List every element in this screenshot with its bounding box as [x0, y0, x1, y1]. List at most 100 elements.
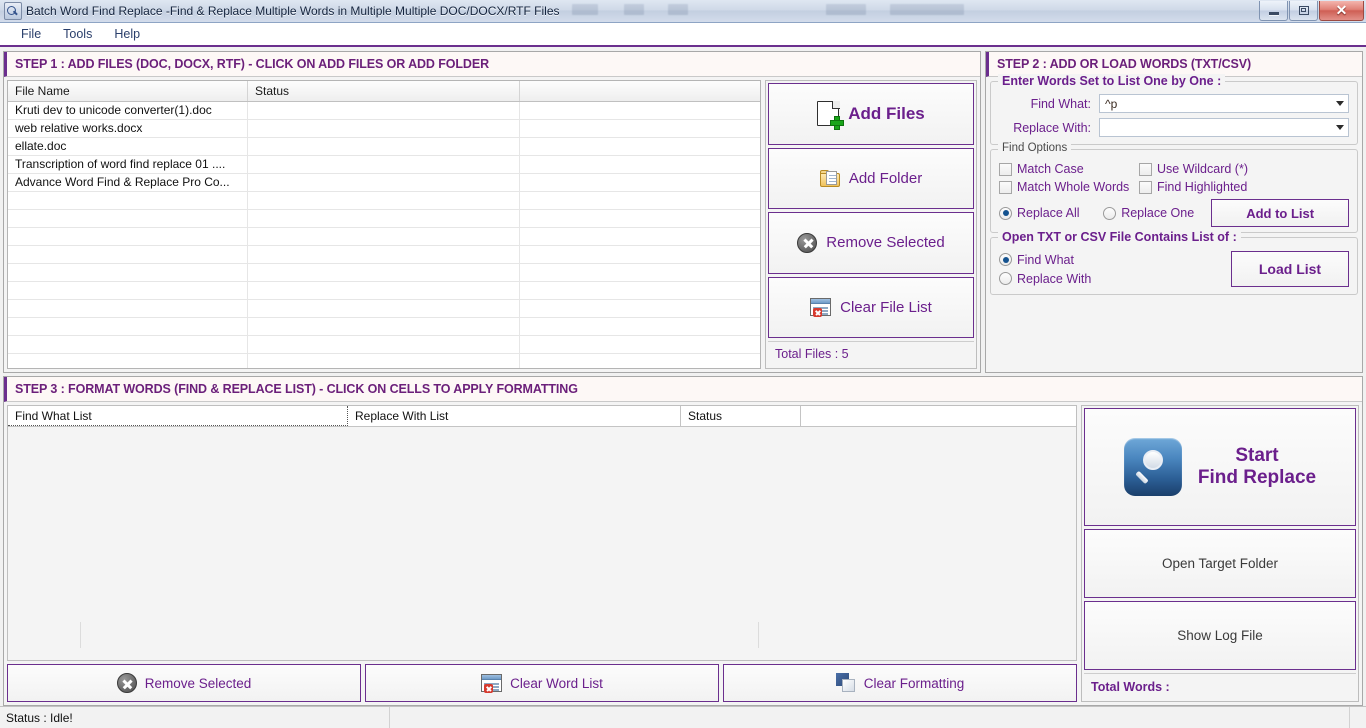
table-row-empty[interactable]	[8, 210, 760, 228]
cell-extra	[520, 156, 760, 173]
column-header-word-status[interactable]: Status	[681, 406, 801, 426]
grid-divider	[80, 622, 81, 648]
table-row-empty[interactable]	[8, 354, 760, 368]
maximize-button[interactable]	[1289, 1, 1318, 21]
word-list-toolbar: Remove Selected Clear Word List	[7, 664, 1077, 702]
radio-icon[interactable]	[999, 207, 1012, 220]
replace-mode-row: Replace All Replace One Add to List	[999, 199, 1349, 227]
title-bar-artifacts	[560, 0, 1258, 22]
show-log-file-button[interactable]: Show Log File	[1084, 601, 1356, 670]
column-header-replace-with-list[interactable]: Replace With List	[348, 406, 681, 426]
cell-status	[248, 138, 520, 155]
minimize-button[interactable]	[1259, 1, 1288, 21]
cell-file-name: Advance Word Find & Replace Pro Co...	[8, 174, 248, 191]
clear-list-icon	[810, 298, 831, 316]
cell-file-name: Transcription of word find replace 01 ..…	[8, 156, 248, 173]
table-row-empty[interactable]	[8, 192, 760, 210]
word-list-body[interactable]	[8, 427, 1076, 660]
open-target-folder-label: Open Target Folder	[1162, 556, 1278, 571]
radio-replace-one[interactable]: Replace One	[1103, 206, 1211, 220]
table-row-empty[interactable]	[8, 300, 760, 318]
word-list-grid[interactable]: Find What List Replace With List Status	[7, 405, 1077, 661]
table-row-empty[interactable]	[8, 336, 760, 354]
replace-with-row: Replace With:	[999, 118, 1349, 137]
close-button[interactable]: ✕	[1319, 1, 1364, 21]
resize-grip[interactable]	[1350, 707, 1366, 728]
radio-find-what[interactable]: Find What	[999, 253, 1091, 267]
checkbox-use-wildcard[interactable]: Use Wildcard (*)	[1139, 162, 1299, 176]
column-header-find-what-list[interactable]: Find What List	[8, 406, 348, 426]
clear-word-list-label: Clear Word List	[510, 676, 603, 691]
enter-words-group: Enter Words Set to List One by One : Fin…	[990, 81, 1358, 145]
table-row[interactable]: Kruti dev to unicode converter(1).doc	[8, 102, 760, 120]
open-target-folder-button[interactable]: Open Target Folder	[1084, 529, 1356, 598]
table-row[interactable]: ellate.doc	[8, 138, 760, 156]
remove-selected-words-button[interactable]: Remove Selected	[7, 664, 361, 702]
radio-replace-all[interactable]: Replace All	[999, 206, 1103, 220]
table-row-empty[interactable]	[8, 318, 760, 336]
table-row-empty[interactable]	[8, 228, 760, 246]
cell-status	[248, 120, 520, 137]
start-line2: Find Replace	[1198, 467, 1316, 488]
table-row[interactable]: Transcription of word find replace 01 ..…	[8, 156, 760, 174]
remove-selected-files-button[interactable]: Remove Selected	[768, 212, 974, 274]
load-list-button[interactable]: Load List	[1231, 251, 1349, 287]
checkbox-icon[interactable]	[999, 181, 1012, 194]
chevron-down-icon[interactable]	[1331, 95, 1348, 112]
checkbox-icon[interactable]	[999, 163, 1012, 176]
main-content: STEP 1 : ADD FILES (DOC, DOCX, RTF) - CL…	[0, 47, 1366, 706]
checkbox-match-whole-words[interactable]: Match Whole Words	[999, 180, 1139, 194]
cell-file-name: web relative works.docx	[8, 120, 248, 137]
table-row-empty[interactable]	[8, 282, 760, 300]
clear-word-list-button[interactable]: Clear Word List	[365, 664, 719, 702]
menu-item-file[interactable]: File	[10, 24, 52, 44]
total-files-label: Total Files : 5	[768, 341, 974, 366]
find-what-combobox[interactable]: ^p	[1099, 94, 1349, 113]
menu-item-help[interactable]: Help	[103, 24, 151, 44]
add-to-list-label: Add to List	[1246, 206, 1314, 221]
clear-file-list-label: Clear File List	[840, 299, 932, 316]
file-list-grid[interactable]: File Name Status Kruti dev to unicode co…	[7, 80, 761, 369]
clear-file-list-button[interactable]: Clear File List	[768, 277, 974, 339]
remove-icon	[797, 233, 817, 253]
radio-icon[interactable]	[999, 272, 1012, 285]
add-to-list-button[interactable]: Add to List	[1211, 199, 1349, 227]
step3-header: STEP 3 : FORMAT WORDS (FIND & REPLACE LI…	[4, 377, 1362, 402]
checkbox-icon[interactable]	[1139, 181, 1152, 194]
menu-item-tools[interactable]: Tools	[52, 24, 103, 44]
clear-formatting-button[interactable]: Clear Formatting	[723, 664, 1077, 702]
step3-panel: STEP 3 : FORMAT WORDS (FIND & REPLACE LI…	[3, 376, 1363, 706]
table-row-empty[interactable]	[8, 246, 760, 264]
file-list-body: Kruti dev to unicode converter(1).doc we…	[8, 102, 760, 368]
step1-panel: STEP 1 : ADD FILES (DOC, DOCX, RTF) - CL…	[3, 51, 981, 373]
checkbox-icon[interactable]	[1139, 163, 1152, 176]
find-options-caption: Find Options	[998, 142, 1071, 154]
column-header-extra[interactable]	[520, 81, 760, 101]
magnifier-icon	[1124, 438, 1182, 496]
radio-replace-with[interactable]: Replace With	[999, 272, 1091, 286]
enter-words-caption: Enter Words Set to List One by One :	[998, 74, 1225, 88]
top-section: STEP 1 : ADD FILES (DOC, DOCX, RTF) - CL…	[3, 51, 1363, 373]
checkbox-find-highlighted[interactable]: Find Highlighted	[1139, 180, 1299, 194]
checkbox-match-case[interactable]: Match Case	[999, 162, 1139, 176]
close-icon: ✕	[1336, 3, 1348, 17]
title-bar: Batch Word Find Replace -Find & Replace …	[0, 0, 1366, 23]
table-row[interactable]: web relative works.docx	[8, 120, 760, 138]
remove-selected-words-label: Remove Selected	[145, 676, 252, 691]
table-row-empty[interactable]	[8, 264, 760, 282]
cell-status	[248, 156, 520, 173]
start-find-replace-button[interactable]: Start Find Replace	[1084, 408, 1356, 526]
column-header-status[interactable]: Status	[248, 81, 520, 101]
cell-extra	[520, 102, 760, 119]
add-files-button[interactable]: Add Files	[768, 83, 974, 145]
cell-status	[248, 102, 520, 119]
radio-icon[interactable]	[999, 253, 1012, 266]
table-row[interactable]: Advance Word Find & Replace Pro Co...	[8, 174, 760, 192]
radio-icon[interactable]	[1103, 207, 1116, 220]
step1-header: STEP 1 : ADD FILES (DOC, DOCX, RTF) - CL…	[4, 52, 980, 77]
column-header-file-name[interactable]: File Name	[8, 81, 248, 101]
chevron-down-icon[interactable]	[1331, 119, 1348, 136]
add-folder-button[interactable]: Add Folder	[768, 148, 974, 210]
add-folder-label: Add Folder	[849, 170, 922, 187]
replace-with-combobox[interactable]	[1099, 118, 1349, 137]
